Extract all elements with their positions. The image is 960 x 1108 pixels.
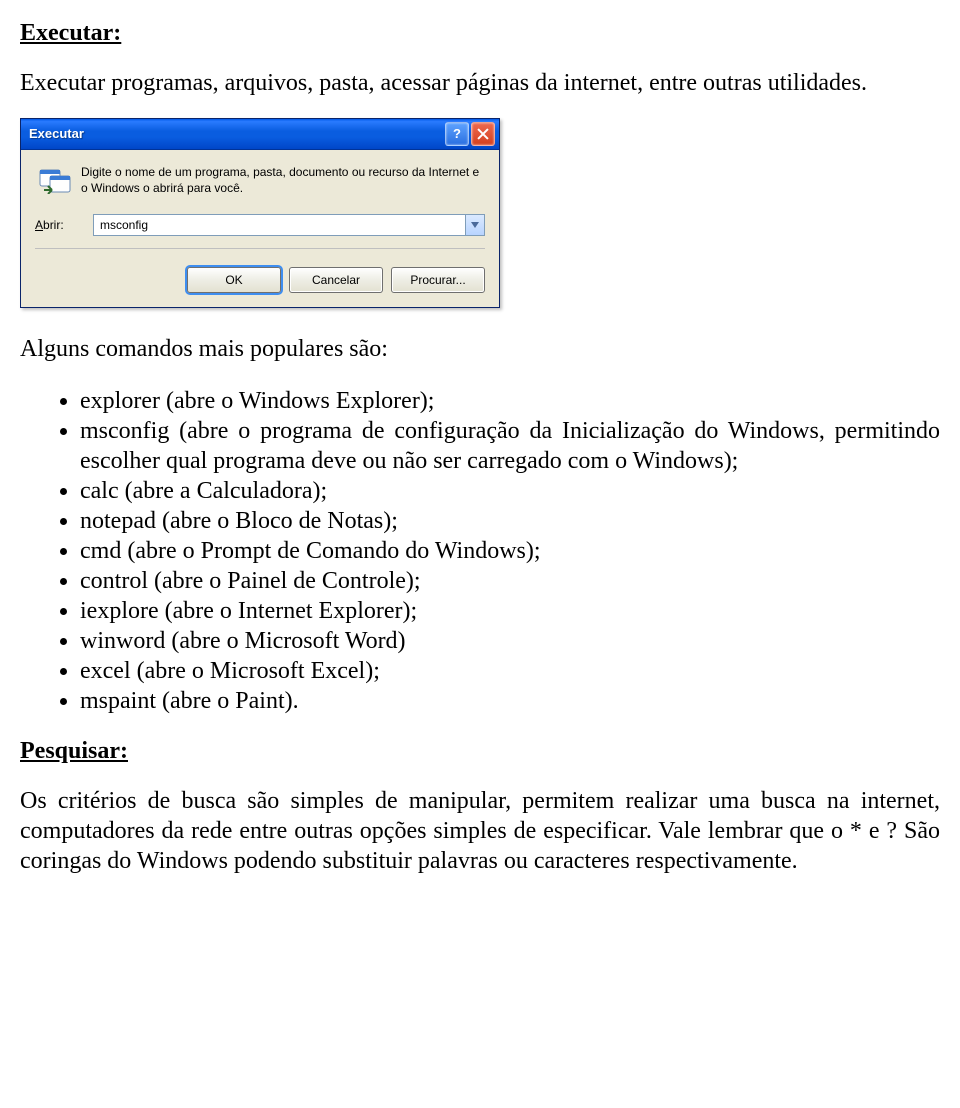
list-item: iexplore (abre o Internet Explorer);: [80, 596, 940, 626]
cancel-button-label: Cancelar: [312, 273, 360, 288]
browse-button[interactable]: Procurar...: [391, 267, 485, 293]
open-label-accel: A: [35, 218, 43, 232]
heading-pesquisar: Pesquisar:: [20, 736, 940, 766]
ok-button[interactable]: OK: [187, 267, 281, 293]
list-item: excel (abre o Microsoft Excel);: [80, 656, 940, 686]
cancel-button[interactable]: Cancelar: [289, 267, 383, 293]
intro-paragraph: Executar programas, arquivos, pasta, ace…: [20, 68, 940, 98]
list-item: explorer (abre o Windows Explorer);: [80, 386, 940, 416]
list-item: calc (abre a Calculadora);: [80, 476, 940, 506]
close-icon: [477, 128, 489, 140]
chevron-down-icon: [471, 222, 479, 228]
dialog-row: Digite o nome de um programa, pasta, doc…: [35, 164, 485, 196]
document-page: Executar: Executar programas, arquivos, …: [0, 0, 960, 936]
dialog-body: Digite o nome de um programa, pasta, doc…: [21, 150, 499, 242]
run-dialog: Executar ?: [20, 118, 500, 308]
list-item: control (abre o Painel de Controle);: [80, 566, 940, 596]
browse-button-label: Procurar...: [410, 273, 465, 288]
dialog-title: Executar: [29, 126, 445, 142]
open-combobox[interactable]: [93, 214, 485, 236]
heading-executar: Executar:: [20, 18, 940, 48]
dialog-titlebar[interactable]: Executar ?: [21, 119, 499, 150]
combobox-dropdown-button[interactable]: [465, 215, 484, 235]
open-input[interactable]: [94, 215, 465, 235]
list-item: winword (abre o Microsoft Word): [80, 626, 940, 656]
help-button[interactable]: ?: [445, 122, 469, 146]
open-row: Abrir:: [35, 214, 485, 236]
list-intro: Alguns comandos mais populares são:: [20, 334, 940, 364]
titlebar-buttons: ?: [445, 122, 495, 146]
dialog-description: Digite o nome de um programa, pasta, doc…: [75, 164, 485, 196]
list-item: notepad (abre o Bloco de Notas);: [80, 506, 940, 536]
dialog-button-row: OK Cancelar Procurar...: [21, 249, 499, 307]
run-program-icon: [38, 166, 72, 194]
pesquisar-paragraph: Os critérios de busca são simples de man…: [20, 786, 940, 876]
open-label: Abrir:: [35, 218, 83, 233]
help-icon: ?: [453, 126, 461, 142]
list-item: cmd (abre o Prompt de Comando do Windows…: [80, 536, 940, 566]
command-list: explorer (abre o Windows Explorer); msco…: [20, 386, 940, 716]
open-label-rest: brir:: [43, 218, 64, 232]
list-item: msconfig (abre o programa de configuraçã…: [80, 416, 940, 476]
list-item: mspaint (abre o Paint).: [80, 686, 940, 716]
run-icon: [35, 164, 75, 194]
close-button[interactable]: [471, 122, 495, 146]
ok-button-label: OK: [225, 273, 242, 288]
